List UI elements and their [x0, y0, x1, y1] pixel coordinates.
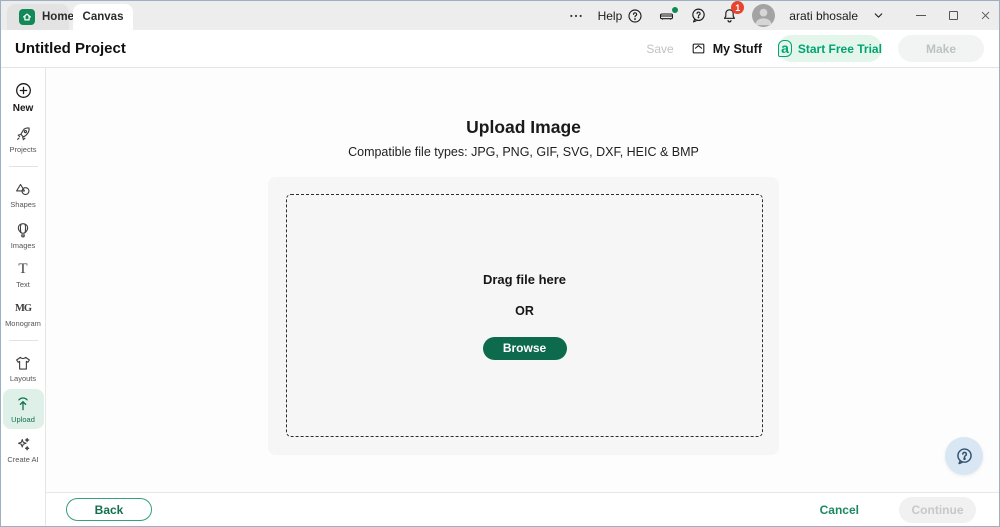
compatible-file-types: Compatible file types: JPG, PNG, GIF, SV…: [348, 145, 699, 159]
footer-bar: Back Cancel Continue: [46, 492, 999, 526]
start-free-trial-label: Start Free Trial: [797, 41, 882, 56]
balloon-icon: [17, 222, 29, 237]
avatar[interactable]: [752, 4, 776, 27]
sparkles-icon: [17, 437, 30, 451]
machine-online-dot: [672, 6, 679, 13]
user-name: arati bhosale: [789, 8, 858, 23]
drag-file-label: Drag file here: [482, 271, 567, 287]
tab-home[interactable]: Home: [7, 4, 74, 30]
sidebar-item-label: Shapes: [10, 200, 36, 210]
continue-button[interactable]: Continue: [899, 496, 976, 523]
rocket-icon: [17, 127, 30, 141]
file-dropzone[interactable]: Drag file here OR Browse: [286, 194, 763, 437]
sidebar-item-label: Upload: [11, 414, 35, 424]
account-chevron-down-icon[interactable]: [872, 9, 885, 22]
page-title: Upload Image: [466, 117, 581, 137]
make-button[interactable]: Make: [898, 35, 984, 62]
back-button[interactable]: Back: [66, 498, 152, 521]
upload-page: Upload Image Compatible file types: JPG,…: [46, 68, 999, 492]
sidebar-item-text[interactable]: T Text: [3, 255, 44, 294]
maximize-icon[interactable]: [947, 10, 959, 22]
cricut-home-icon: [19, 9, 35, 25]
monogram-icon: MG: [14, 303, 32, 314]
sidebar-item-upload[interactable]: Upload: [2, 388, 44, 429]
notification-badge: 1: [731, 1, 745, 14]
window-controls: [915, 10, 991, 22]
access-icon: a: [778, 40, 792, 57]
envelope-icon: [692, 43, 705, 54]
sidebar-item-label: Images: [10, 240, 36, 250]
browse-button[interactable]: Browse: [482, 336, 567, 360]
top-tab-bar: Home Canvas Help 1 arati bhosale: [1, 1, 999, 30]
save-button[interactable]: Save: [646, 42, 673, 56]
shapes-icon: [16, 184, 30, 196]
tab-home-label: Home: [42, 11, 74, 23]
upload-panel: Drag file here OR Browse: [268, 177, 779, 455]
sidebar-item-label: Create AI: [7, 454, 39, 464]
sidebar-item-projects[interactable]: Projects: [3, 119, 44, 159]
feedback-chat-icon[interactable]: [690, 7, 707, 24]
sidebar-item-label: New: [12, 103, 34, 114]
cancel-button[interactable]: Cancel: [820, 503, 859, 517]
start-free-trial-button[interactable]: a Start Free Trial: [778, 35, 882, 62]
sidebar-item-layouts[interactable]: Layouts: [3, 348, 44, 388]
sidebar-item-label: Monogram: [5, 319, 41, 328]
overflow-menu-icon[interactable]: [568, 8, 584, 24]
notifications-bell-icon[interactable]: 1: [721, 1, 745, 24]
my-stuff-label: My Stuff: [712, 41, 762, 56]
tab-canvas-label: Canvas: [82, 11, 124, 23]
project-header: Untitled Project Save My Stuff a Start F…: [1, 30, 999, 68]
sidebar-item-shapes[interactable]: Shapes: [3, 174, 44, 214]
sidebar-item-create-ai[interactable]: Create AI: [3, 429, 44, 469]
sidebar: New Projects Shapes Images T Text MG Mon…: [1, 68, 46, 526]
help-bubble-icon: [956, 447, 972, 464]
sidebar-item-new[interactable]: New: [3, 75, 44, 119]
help-menu[interactable]: Help: [598, 8, 644, 24]
close-icon[interactable]: [979, 10, 991, 22]
sidebar-item-label: Projects: [9, 145, 37, 154]
help-label: Help: [597, 8, 623, 23]
my-stuff-button[interactable]: My Stuff: [690, 41, 762, 56]
sidebar-item-monogram[interactable]: MG Monogram: [3, 294, 44, 333]
upload-arrow-icon: [18, 396, 28, 410]
app-window: Home Canvas Help 1 arati bhosale Untitle…: [0, 0, 1000, 527]
or-label: OR: [515, 303, 534, 318]
help-circle-icon: [628, 8, 642, 23]
help-fab[interactable]: [945, 437, 983, 475]
sidebar-item-label: Text: [16, 279, 30, 289]
sidebar-item-images[interactable]: Images: [3, 215, 44, 255]
machine-status-icon[interactable]: [657, 6, 679, 24]
sidebar-divider: [8, 340, 38, 342]
sidebar-divider: [8, 166, 38, 168]
tab-canvas[interactable]: Canvas: [73, 4, 133, 30]
letter-t-icon: T: [18, 260, 28, 277]
project-title: Untitled Project: [15, 40, 126, 57]
minimize-icon[interactable]: [915, 10, 927, 22]
sidebar-item-label: Layouts: [9, 374, 37, 384]
tshirt-icon: [16, 357, 30, 370]
plus-circle-icon: [15, 83, 31, 98]
